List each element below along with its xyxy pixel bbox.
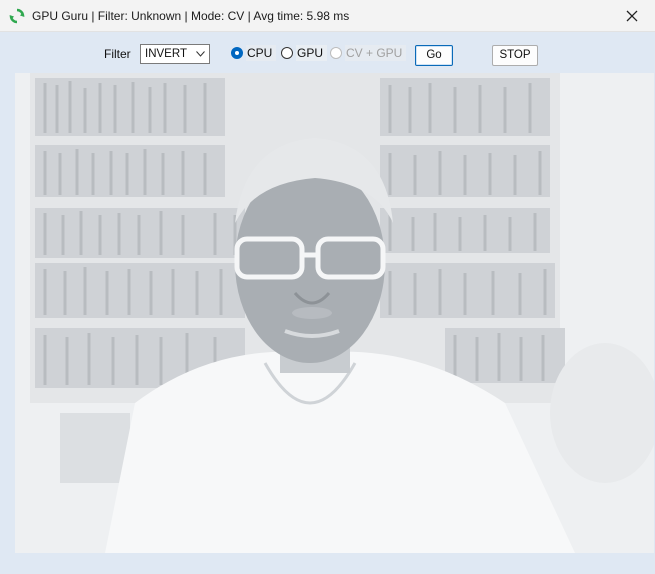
radio-cpu[interactable]: CPU xyxy=(231,45,277,61)
radio-gpu-label: GPU xyxy=(296,45,328,61)
filter-select-value: INVERT xyxy=(145,48,187,60)
radio-gpu[interactable]: GPU xyxy=(281,45,328,61)
close-button[interactable] xyxy=(609,0,655,31)
radio-dot xyxy=(330,47,342,59)
stop-button[interactable]: STOP xyxy=(492,45,538,66)
radio-cv-gpu-label: CV + GPU xyxy=(345,45,407,61)
window-title: GPU Guru | Filter: Unknown | Mode: CV | … xyxy=(32,8,350,23)
radio-dot xyxy=(231,47,243,59)
refresh-icon xyxy=(9,8,25,23)
close-icon xyxy=(626,10,638,21)
video-image xyxy=(15,73,654,553)
toolbar: Filter INVERT CPU GPU CV + GPU Go STOP xyxy=(0,31,655,73)
chevron-down-icon xyxy=(196,51,205,57)
title-bar: GPU Guru | Filter: Unknown | Mode: CV | … xyxy=(0,0,655,32)
video-frame xyxy=(15,73,654,553)
filter-select[interactable]: INVERT xyxy=(140,44,210,64)
window-bottom-strip xyxy=(0,553,655,574)
filter-label: Filter xyxy=(104,47,131,61)
radio-cv-gpu: CV + GPU xyxy=(330,45,407,61)
radio-cpu-label: CPU xyxy=(246,45,277,61)
radio-dot xyxy=(281,47,293,59)
go-button[interactable]: Go xyxy=(415,45,453,66)
